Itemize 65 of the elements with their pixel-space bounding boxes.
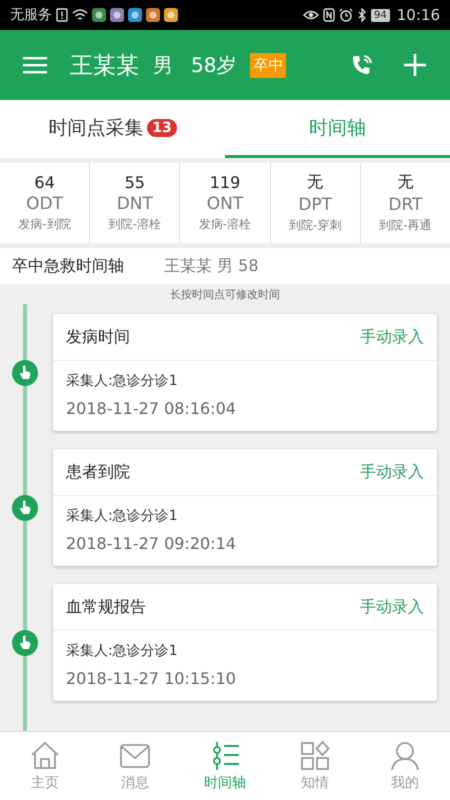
patient-summary: 王某某 男 58 bbox=[164, 256, 259, 276]
hand-pointer-icon bbox=[12, 630, 38, 656]
hint-text: 长按时间点可修改时间 bbox=[169, 287, 281, 303]
app-icon bbox=[128, 8, 142, 22]
metric-value: 119 bbox=[210, 173, 240, 192]
metric-label: 发病-溶栓 bbox=[198, 216, 252, 233]
manual-entry-link[interactable]: 手动录入 bbox=[360, 596, 424, 618]
stroke-tag: 卒中 bbox=[250, 52, 286, 78]
collector-text: 采集人:急诊分诊1 bbox=[66, 642, 179, 661]
add-icon[interactable] bbox=[404, 54, 426, 76]
app-icon bbox=[164, 8, 178, 22]
tab[interactable]: 时间轴 bbox=[225, 100, 450, 158]
event-title: 患者到院 bbox=[66, 462, 130, 482]
patient-sex: 男 bbox=[153, 52, 173, 78]
hand-pointer-icon bbox=[12, 494, 38, 520]
collector-text: 采集人:急诊分诊1 bbox=[66, 507, 179, 526]
metric-code: DRT bbox=[388, 195, 422, 215]
metric-value: 无 bbox=[397, 172, 414, 193]
metric-code: ONT bbox=[206, 194, 244, 214]
patient-name: 王某某 bbox=[70, 52, 139, 80]
menu-icon[interactable] bbox=[23, 56, 47, 74]
person-icon bbox=[389, 740, 421, 772]
carrier-text: 无服务 bbox=[10, 6, 52, 24]
metric-label: 到院-穿刺 bbox=[289, 217, 342, 234]
patient-age: 58岁 bbox=[191, 52, 236, 78]
hand-pointer-icon bbox=[12, 360, 38, 386]
nav-tab[interactable]: 主页 bbox=[0, 732, 90, 800]
nav-tab[interactable]: 知情 bbox=[270, 732, 360, 800]
tab[interactable]: 时间点采集 13 bbox=[0, 100, 225, 158]
nav-tab[interactable]: 时间轴 bbox=[180, 732, 270, 800]
battery-indicator: 94 bbox=[371, 8, 390, 22]
metric-label: 到院-溶栓 bbox=[108, 216, 161, 233]
section-title: 卒中急救时间轴 bbox=[12, 256, 124, 276]
alarm-icon bbox=[339, 8, 354, 22]
nav-tab[interactable]: 消息 bbox=[90, 732, 180, 800]
clock-text: 10:16 bbox=[396, 6, 440, 24]
app-icon bbox=[92, 8, 106, 22]
metric-code: ODT bbox=[26, 194, 64, 214]
collector-text: 采集人:急诊分诊1 bbox=[66, 372, 179, 391]
home-icon bbox=[29, 740, 61, 772]
event-time: 2018-11-27 08:16:04 bbox=[66, 398, 237, 420]
sim-icon bbox=[56, 8, 68, 22]
metric-code: DPT bbox=[298, 195, 332, 215]
metric-code: DNT bbox=[116, 194, 153, 214]
metric-label: 到院-再通 bbox=[379, 217, 432, 234]
metric-value: 55 bbox=[124, 173, 145, 192]
nfc-icon bbox=[323, 8, 336, 22]
wifi-icon bbox=[72, 8, 88, 22]
bluetooth-icon bbox=[357, 8, 368, 22]
phone-icon[interactable] bbox=[350, 53, 374, 77]
nav-tab[interactable]: 我的 bbox=[360, 732, 450, 800]
event-title: 发病时间 bbox=[66, 326, 130, 348]
event-title: 血常规报告 bbox=[66, 596, 146, 618]
event-time: 2018-11-27 09:20:14 bbox=[66, 533, 237, 555]
app-icon bbox=[110, 8, 124, 22]
metric-label: 发病-到院 bbox=[18, 216, 71, 233]
app-icon bbox=[146, 8, 160, 22]
grid-icon bbox=[299, 740, 331, 772]
metric-value: 64 bbox=[34, 173, 55, 192]
event-time: 2018-11-27 10:15:10 bbox=[66, 668, 237, 690]
metric-value: 无 bbox=[307, 172, 324, 193]
eye-icon bbox=[303, 9, 320, 21]
manual-entry-link[interactable]: 手动录入 bbox=[360, 462, 424, 482]
manual-entry-link[interactable]: 手动录入 bbox=[360, 326, 424, 348]
count-badge: 13 bbox=[147, 118, 177, 136]
